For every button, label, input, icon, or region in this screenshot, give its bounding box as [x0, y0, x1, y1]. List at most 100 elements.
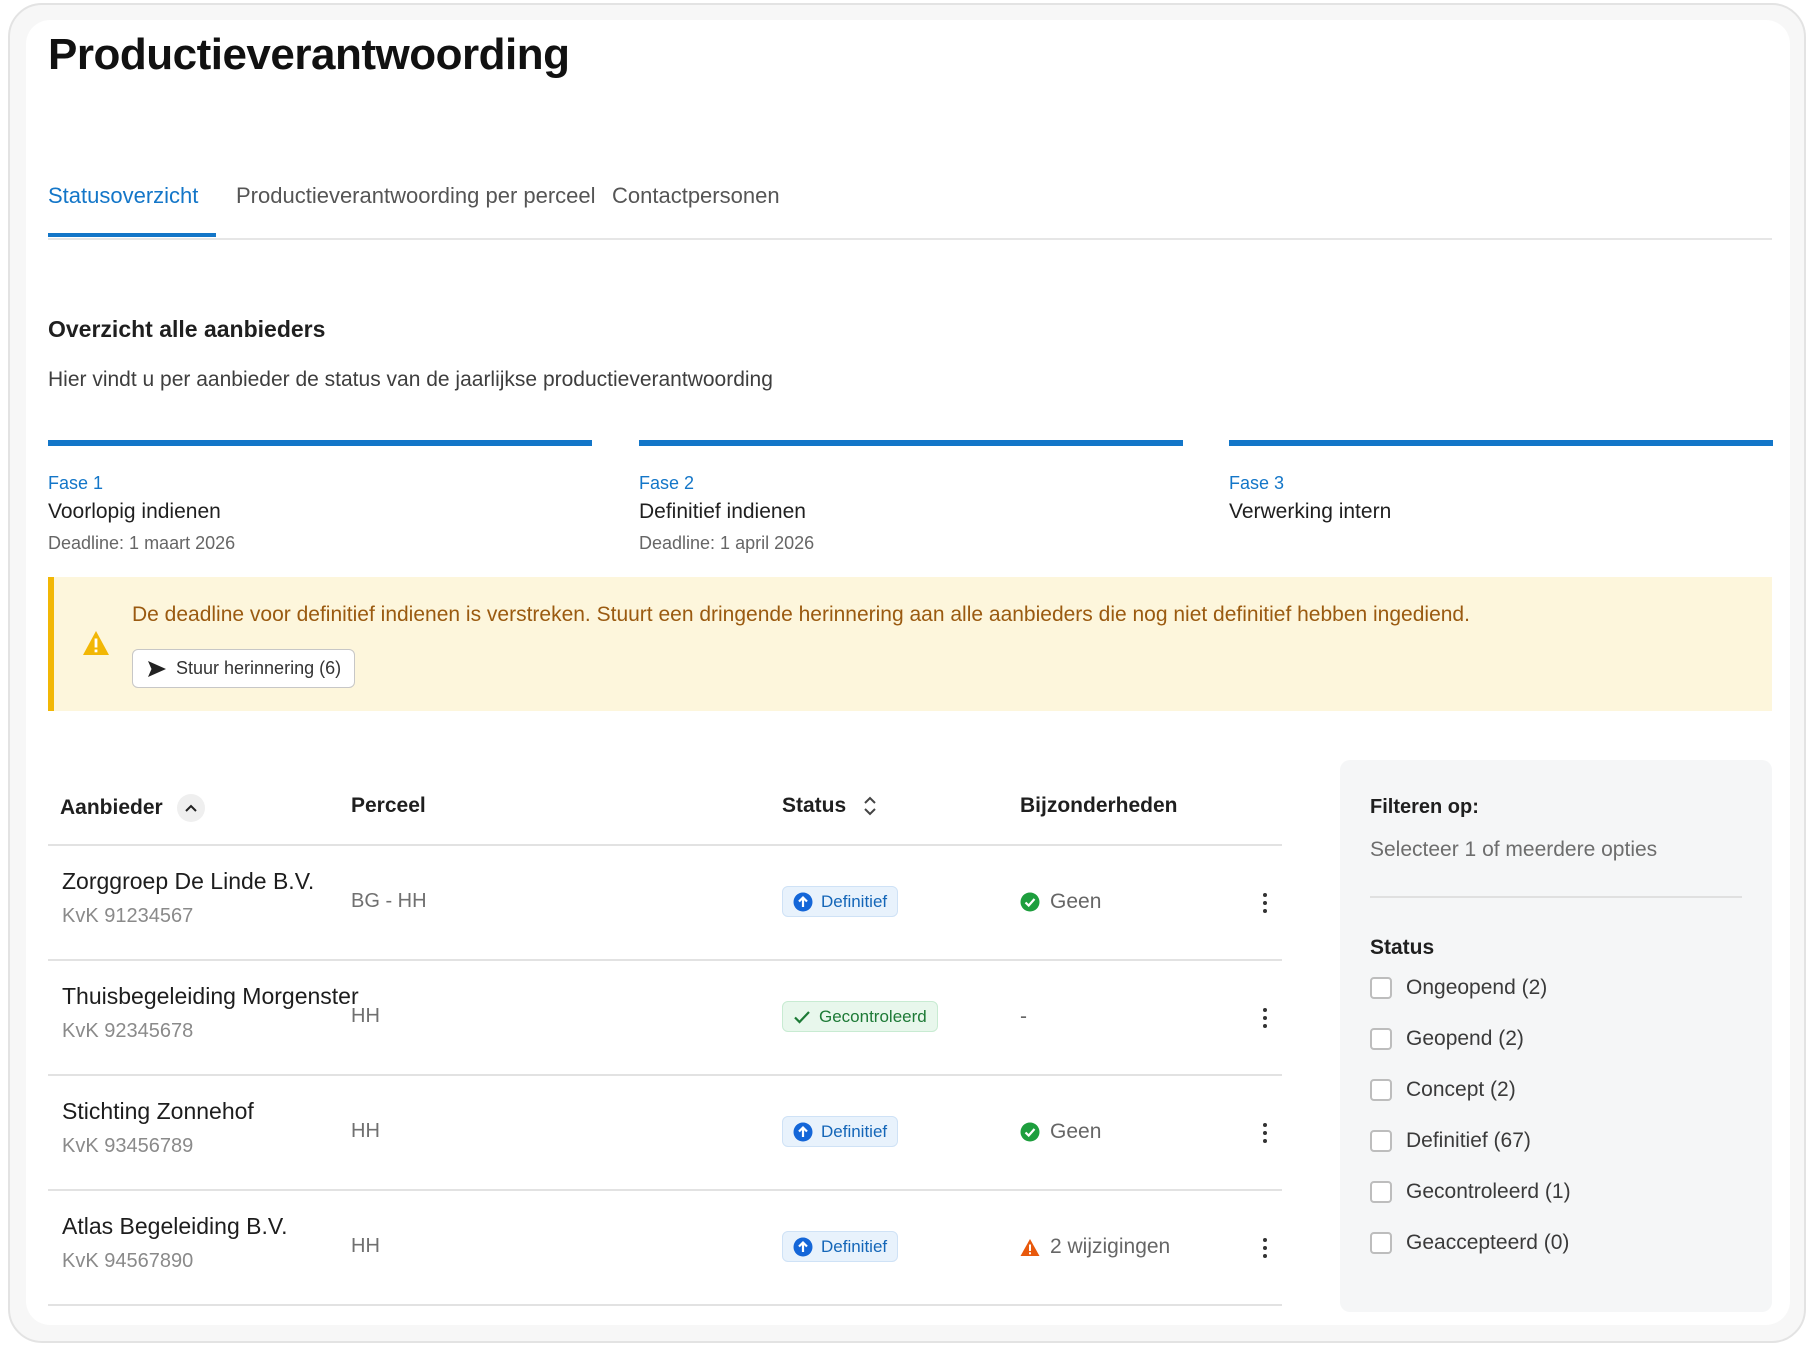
filter-subtitle: Selecteer 1 of meerdere opties: [1370, 838, 1658, 861]
phase-name: Verwerking intern: [1229, 500, 1392, 523]
filter-option-geopend[interactable]: Geopend (2): [1370, 1027, 1524, 1051]
filter-option-label: Geopend (2): [1406, 1027, 1524, 1050]
section-description: Hier vindt u per aanbieder de status van…: [48, 368, 773, 391]
send-reminder-label: Stuur herinnering (6): [176, 658, 342, 678]
phase-deadline: Deadline: 1 maart 2026: [48, 533, 236, 553]
provider-kvk: KvK 94567890: [62, 1250, 194, 1272]
column-header-aanbieder[interactable]: Aanbieder: [60, 794, 205, 822]
provider-kvk: KvK 91234567: [62, 905, 194, 927]
divider: [1370, 896, 1742, 898]
table-row[interactable]: Atlas Begeleiding B.V. KvK 94567890 HH D…: [48, 1191, 1282, 1306]
status-label: Definitief: [821, 1121, 888, 1141]
checkbox[interactable]: [1370, 977, 1392, 999]
table-header: Aanbieder Perceel Status Bijzonderheden: [48, 772, 1282, 846]
provider-name: Zorggroep De Linde B.V.: [62, 868, 315, 894]
bijzonderheden-text: -: [1020, 1005, 1027, 1028]
status-label: Definitief: [821, 891, 888, 911]
arrow-up-circle-icon: [793, 1122, 813, 1141]
provider-name: Thuisbegeleiding Morgenster: [62, 983, 359, 1009]
table-row[interactable]: Zorggroep De Linde B.V. KvK 91234567 BG …: [48, 846, 1282, 961]
phase-name: Voorlopig indienen: [48, 500, 221, 523]
provider-kvk: KvK 92345678: [62, 1020, 194, 1042]
arrow-up-circle-icon: [793, 1237, 813, 1256]
phase-progress-bar: [48, 440, 592, 446]
bijzonderheden-text: Geen: [1050, 890, 1102, 913]
send-reminder-button[interactable]: Stuur herinnering (6): [132, 649, 356, 688]
filter-option-definitief[interactable]: Definitief (67): [1370, 1129, 1531, 1153]
status-label: Definitief: [821, 1236, 888, 1256]
section-title: Overzicht alle aanbieders: [48, 316, 326, 342]
filter-option-geaccepteerd[interactable]: Geaccepteerd (0): [1370, 1231, 1569, 1255]
filter-option-label: Concept (2): [1406, 1078, 1516, 1101]
checkbox[interactable]: [1370, 1181, 1392, 1203]
perceel-value: HH: [351, 1005, 380, 1027]
filter-option-label: Gecontroleerd (1): [1406, 1180, 1571, 1203]
status-badge: Gecontroleerd: [782, 1001, 938, 1032]
phase-3: Fase 3 Verwerking intern: [1229, 440, 1773, 524]
row-actions-menu-icon[interactable]: [1255, 1116, 1275, 1150]
send-icon: [148, 660, 166, 677]
arrow-up-circle-icon: [793, 892, 813, 911]
filter-option-gecontroleerd[interactable]: Gecontroleerd (1): [1370, 1180, 1571, 1204]
providers-table: Aanbieder Perceel Status Bijzonderheden …: [48, 772, 1282, 1306]
filter-option-label: Geaccepteerd (0): [1406, 1231, 1570, 1254]
column-header-status[interactable]: Status: [782, 794, 880, 818]
filter-option-label: Ongeopend (2): [1406, 976, 1548, 999]
row-actions-menu-icon[interactable]: [1255, 886, 1275, 920]
column-header-label: Status: [782, 794, 847, 817]
deadline-alert: De deadline voor definitief indienen is …: [48, 577, 1772, 711]
row-actions-menu-icon[interactable]: [1255, 1231, 1275, 1265]
phase-2: Fase 2 Definitief indienen Deadline: 1 a…: [639, 440, 1183, 554]
phase-progress-bar: [639, 440, 1183, 446]
status-badge: Definitief: [782, 1231, 899, 1262]
phase-1: Fase 1 Voorlopig indienen Deadline: 1 ma…: [48, 440, 592, 554]
tab-statusoverzicht[interactable]: Statusoverzicht: [48, 183, 198, 209]
filter-panel: Filteren op: Selecteer 1 of meerdere opt…: [1340, 760, 1772, 1312]
provider-name: Atlas Begeleiding B.V.: [62, 1213, 288, 1239]
table-row[interactable]: Stichting Zonnehof KvK 93456789 HH Defin…: [48, 1076, 1282, 1191]
page-title: Productieverantwoording: [48, 30, 570, 79]
sort-ascending-icon[interactable]: [176, 794, 205, 822]
sort-toggle-icon[interactable]: [860, 795, 880, 817]
provider-name: Stichting Zonnehof: [62, 1098, 254, 1124]
checkbox[interactable]: [1370, 1079, 1392, 1101]
column-header-label: Aanbieder: [60, 796, 163, 819]
check-circle-icon: [1020, 1122, 1040, 1142]
bijzonderheden-cell: -: [1020, 1005, 1027, 1029]
column-header-label: Perceel: [351, 794, 426, 817]
filter-title: Filteren op:: [1370, 796, 1479, 818]
active-tab-indicator: [48, 233, 216, 237]
bijzonderheden-cell: 2 wijzigingen: [1020, 1235, 1170, 1259]
bijzonderheden-text: 2 wijzigingen: [1050, 1235, 1171, 1258]
tab-productieverantwoording-per-perceel[interactable]: Productieverantwoording per perceel: [236, 183, 596, 209]
table-row[interactable]: Thuisbegeleiding Morgenster KvK 92345678…: [48, 961, 1282, 1076]
phase-name: Definitief indienen: [639, 500, 806, 523]
checkmark-icon: [794, 1010, 810, 1024]
row-actions-menu-icon[interactable]: [1255, 1001, 1275, 1035]
warning-icon: [83, 631, 109, 655]
column-header-bijzonderheden: Bijzonderheden: [1020, 794, 1178, 818]
phase-label: Fase 3: [1229, 473, 1285, 493]
filter-option-concept[interactable]: Concept (2): [1370, 1078, 1516, 1102]
bijzonderheden-text: Geen: [1050, 1120, 1102, 1143]
check-circle-icon: [1020, 892, 1040, 912]
warning-icon: [1020, 1238, 1040, 1256]
status-label: Gecontroleerd: [819, 1006, 927, 1026]
checkbox[interactable]: [1370, 1232, 1392, 1254]
tab-contactpersonen[interactable]: Contactpersonen: [612, 183, 780, 209]
filter-status-heading: Status: [1370, 936, 1435, 959]
bijzonderheden-cell: Geen: [1020, 890, 1101, 914]
bijzonderheden-cell: Geen: [1020, 1120, 1101, 1144]
provider-kvk: KvK 93456789: [62, 1135, 194, 1157]
phase-progress-bar: [1229, 440, 1773, 446]
phase-label: Fase 2: [639, 473, 695, 493]
filter-option-ongeopend[interactable]: Ongeopend (2): [1370, 976, 1547, 1000]
column-header-perceel: Perceel: [351, 794, 426, 818]
status-badge: Definitief: [782, 1116, 899, 1147]
perceel-value: BG - HH: [351, 890, 427, 912]
perceel-value: HH: [351, 1235, 380, 1257]
checkbox[interactable]: [1370, 1130, 1392, 1152]
phase-deadline: Deadline: 1 april 2026: [639, 533, 815, 553]
checkbox[interactable]: [1370, 1028, 1392, 1050]
status-badge: Definitief: [782, 886, 899, 917]
